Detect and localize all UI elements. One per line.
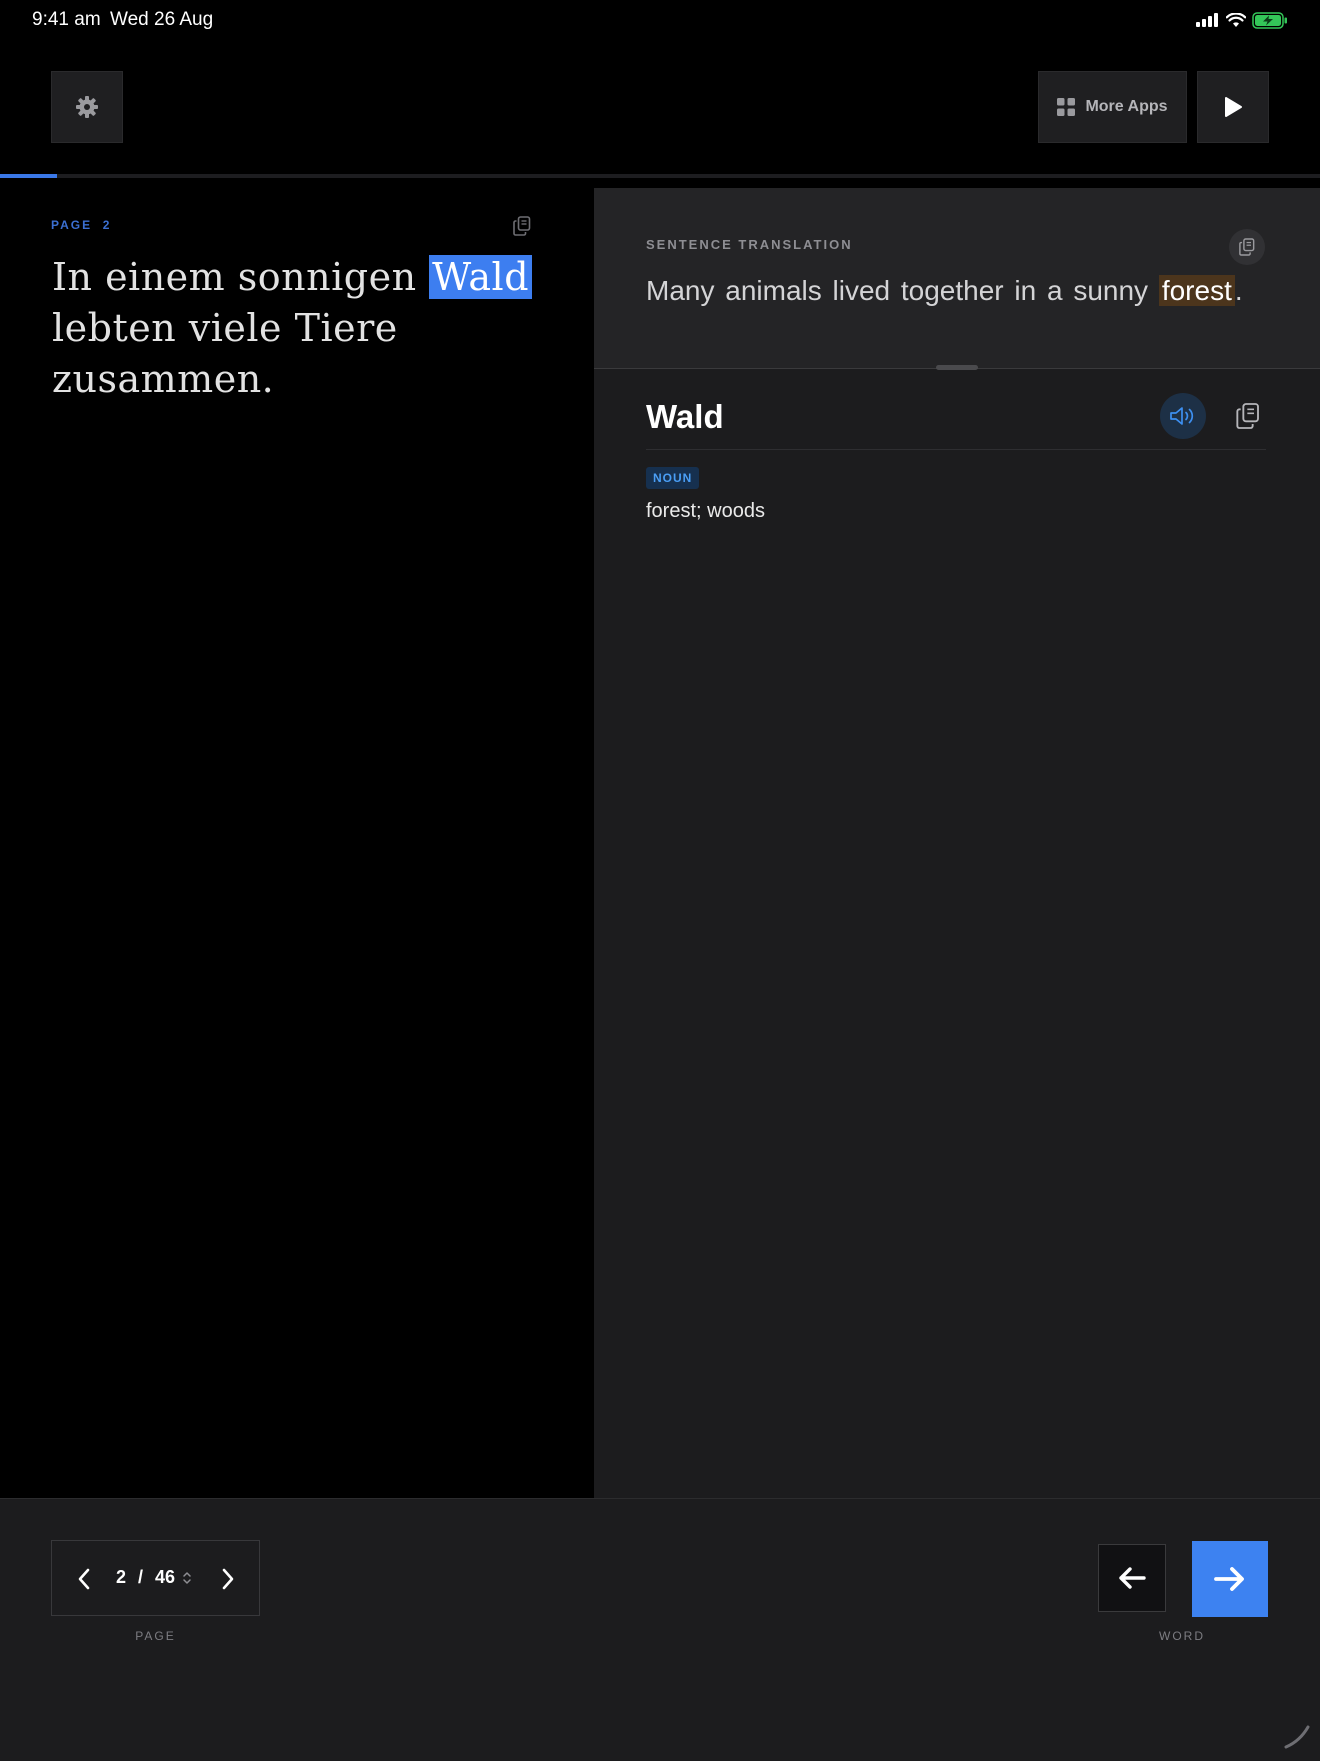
gear-icon bbox=[76, 96, 98, 118]
translation-text-after: . bbox=[1234, 275, 1243, 306]
status-bar: 9:41 am Wed 26 Aug bbox=[0, 0, 1320, 40]
reading-pane: PAGE 2 In einem sonnigen Wald lebten vie… bbox=[0, 178, 593, 1498]
arrow-left-icon bbox=[1119, 1567, 1146, 1589]
highlighted-source-word[interactable]: Wald bbox=[429, 255, 533, 299]
copy-icon bbox=[1239, 238, 1255, 256]
part-of-speech-badge: NOUN bbox=[646, 467, 700, 489]
status-icons bbox=[1196, 10, 1288, 30]
chevron-left-icon bbox=[78, 1568, 90, 1590]
word-divider bbox=[646, 449, 1266, 450]
copy-sentence-button[interactable] bbox=[508, 212, 536, 240]
source-text-after: lebten viele Tiere zusammen. bbox=[52, 306, 398, 401]
arrow-right-icon bbox=[1214, 1567, 1244, 1591]
next-word-button[interactable] bbox=[1192, 1541, 1268, 1617]
source-sentence: In einem sonnigen Wald lebten viele Tier… bbox=[52, 252, 552, 405]
total-pages-number: 46 bbox=[155, 1567, 176, 1587]
copy-translation-button[interactable] bbox=[1229, 229, 1265, 265]
grid-icon bbox=[1057, 98, 1076, 116]
bottom-bar: 2 / 46 PAGE WORD bbox=[0, 1498, 1320, 1761]
source-text-before: In einem sonnigen bbox=[52, 255, 430, 299]
settings-button[interactable] bbox=[51, 71, 123, 143]
translation-pane: SENTENCE TRANSLATION Many animals lived … bbox=[594, 188, 1320, 1498]
drag-handle[interactable] bbox=[936, 365, 978, 370]
page-separator: / bbox=[138, 1567, 144, 1587]
cellular-signal-icon bbox=[1196, 13, 1218, 27]
up-down-chevron-icon bbox=[183, 1571, 191, 1584]
play-icon bbox=[1225, 97, 1242, 117]
play-button[interactable] bbox=[1197, 71, 1269, 143]
current-page-number: 2 bbox=[116, 1567, 127, 1587]
home-indicator-corner-icon bbox=[1284, 1725, 1310, 1749]
page-stepper: 2 / 46 bbox=[51, 1540, 260, 1616]
page-caption: PAGE bbox=[135, 1629, 176, 1643]
status-time: 9:41 am bbox=[32, 9, 101, 30]
highlighted-translation-word: forest bbox=[1158, 275, 1235, 306]
copy-icon bbox=[1236, 403, 1259, 429]
more-apps-label: More Apps bbox=[1085, 98, 1168, 115]
previous-word-button[interactable] bbox=[1098, 1544, 1166, 1612]
copy-icon bbox=[513, 216, 531, 236]
more-apps-button[interactable]: More Apps bbox=[1038, 71, 1187, 143]
word-title: Wald bbox=[646, 398, 724, 435]
speaker-icon bbox=[1170, 407, 1194, 425]
speak-word-button[interactable] bbox=[1160, 393, 1206, 439]
battery-charging-icon bbox=[1252, 11, 1287, 29]
sentence-translation-label: SENTENCE TRANSLATION bbox=[646, 237, 853, 252]
page-label: PAGE 2 bbox=[51, 218, 112, 232]
word-definition: forest; woods bbox=[646, 500, 765, 522]
translation-sentence: Many animals lived together in a sunny f… bbox=[646, 271, 1243, 311]
copy-word-button[interactable] bbox=[1229, 397, 1267, 435]
sentence-translation-section: SENTENCE TRANSLATION Many animals lived … bbox=[594, 188, 1320, 369]
previous-page-button[interactable] bbox=[66, 1559, 102, 1599]
status-date: Wed 26 Aug bbox=[110, 9, 214, 30]
translation-text-before: Many animals lived together in a sunny bbox=[646, 275, 1159, 306]
page-selector[interactable]: 2 / 46 bbox=[116, 1567, 192, 1588]
next-page-button[interactable] bbox=[210, 1559, 246, 1599]
word-caption: WORD bbox=[1159, 1629, 1205, 1643]
chevron-right-icon bbox=[222, 1568, 234, 1590]
wifi-icon bbox=[1226, 12, 1246, 27]
